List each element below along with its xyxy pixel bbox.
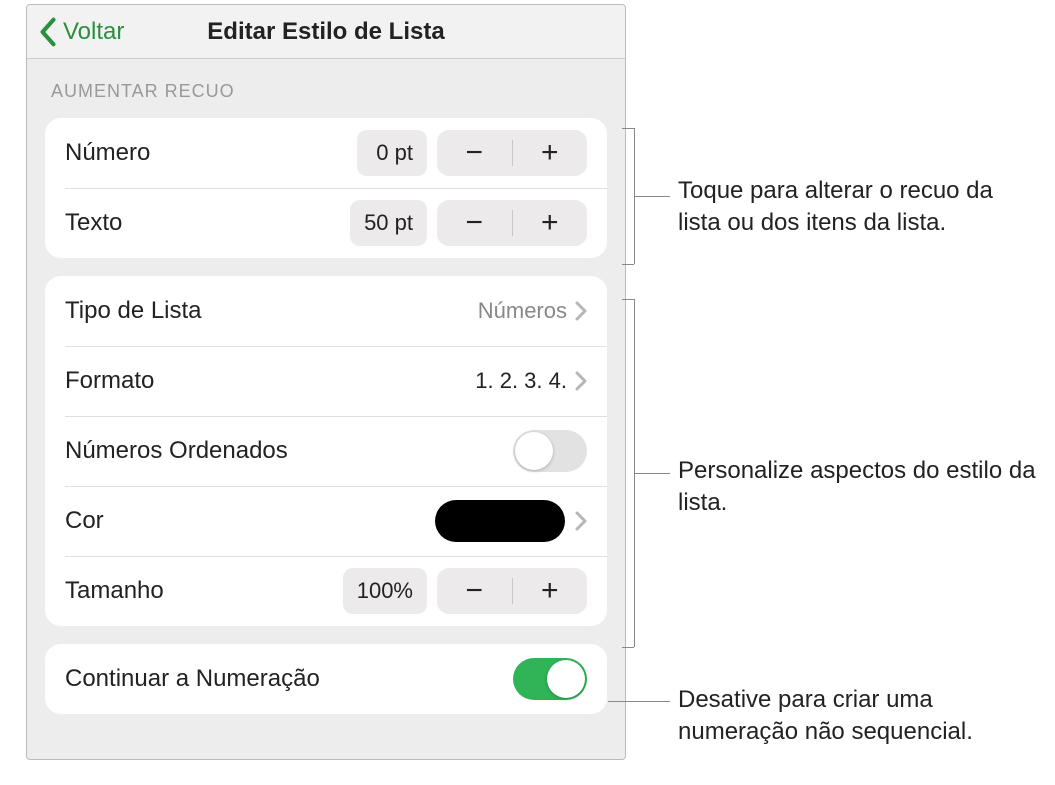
numero-stepper: − + (437, 130, 587, 176)
back-label: Voltar (63, 18, 124, 46)
switch-knob (515, 432, 553, 470)
row-numero: Número 0 pt − + (45, 118, 607, 188)
group-indent: Número 0 pt − + Texto 50 pt − (45, 118, 607, 258)
cor-swatch[interactable] (435, 500, 565, 542)
callout-bracket (622, 264, 634, 265)
callout-bracket (622, 647, 634, 648)
tipo-label: Tipo de Lista (65, 297, 478, 325)
chevron-left-icon (37, 17, 59, 47)
formato-value: 1. 2. 3. 4. (475, 368, 567, 394)
callout-bracket (622, 128, 634, 129)
tamanho-stepper: − + (437, 568, 587, 614)
switch-knob (547, 660, 585, 698)
settings-panel: Voltar Editar Estilo de Lista AUMENTAR R… (26, 4, 626, 760)
ordenados-label: Números Ordenados (65, 437, 513, 465)
continuar-toggle[interactable] (513, 658, 587, 700)
texto-plus-button[interactable]: + (513, 200, 588, 246)
tamanho-plus-button[interactable]: + (513, 568, 588, 614)
row-continuar-numeracao: Continuar a Numeração (45, 644, 607, 714)
callout-continue: Desative para criar uma numeração não se… (678, 684, 1038, 749)
numero-plus-button[interactable]: + (513, 130, 588, 176)
callout-leader (634, 196, 670, 197)
texto-minus-button[interactable]: − (437, 200, 512, 246)
tipo-value: Números (478, 298, 567, 324)
row-tamanho: Tamanho 100% − + (45, 556, 607, 626)
tamanho-value[interactable]: 100% (343, 568, 427, 614)
row-numeros-ordenados: Números Ordenados (45, 416, 607, 486)
texto-value[interactable]: 50 pt (350, 200, 427, 246)
tamanho-minus-button[interactable]: − (437, 568, 512, 614)
group-style: Tipo de Lista Números Formato 1. 2. 3. 4… (45, 276, 607, 626)
numero-minus-button[interactable]: − (437, 130, 512, 176)
tamanho-label: Tamanho (65, 577, 343, 605)
row-cor[interactable]: Cor (45, 486, 607, 556)
row-texto: Texto 50 pt − + (45, 188, 607, 258)
formato-label: Formato (65, 367, 475, 395)
callout-bracket (622, 299, 634, 300)
callout-style: Personalize aspectos do estilo da lista. (678, 455, 1038, 520)
continuar-label: Continuar a Numeração (65, 665, 513, 693)
chevron-right-icon (575, 301, 587, 321)
ordenados-toggle[interactable] (513, 430, 587, 472)
section-header-indent: AUMENTAR RECUO (27, 59, 625, 108)
numero-label: Número (65, 139, 357, 167)
row-tipo-de-lista[interactable]: Tipo de Lista Números (45, 276, 607, 346)
numero-value[interactable]: 0 pt (357, 130, 427, 176)
group-continue: Continuar a Numeração (45, 644, 607, 714)
chevron-right-icon (575, 371, 587, 391)
texto-stepper: − + (437, 200, 587, 246)
callout-leader (634, 473, 670, 474)
chevron-right-icon (575, 511, 587, 531)
row-formato[interactable]: Formato 1. 2. 3. 4. (45, 346, 607, 416)
panel-header: Voltar Editar Estilo de Lista (27, 5, 625, 59)
back-button[interactable]: Voltar (27, 17, 124, 47)
callout-leader (608, 701, 670, 702)
callout-indent: Toque para alterar o recuo da lista ou d… (678, 175, 1038, 240)
cor-label: Cor (65, 507, 435, 535)
texto-label: Texto (65, 209, 350, 237)
